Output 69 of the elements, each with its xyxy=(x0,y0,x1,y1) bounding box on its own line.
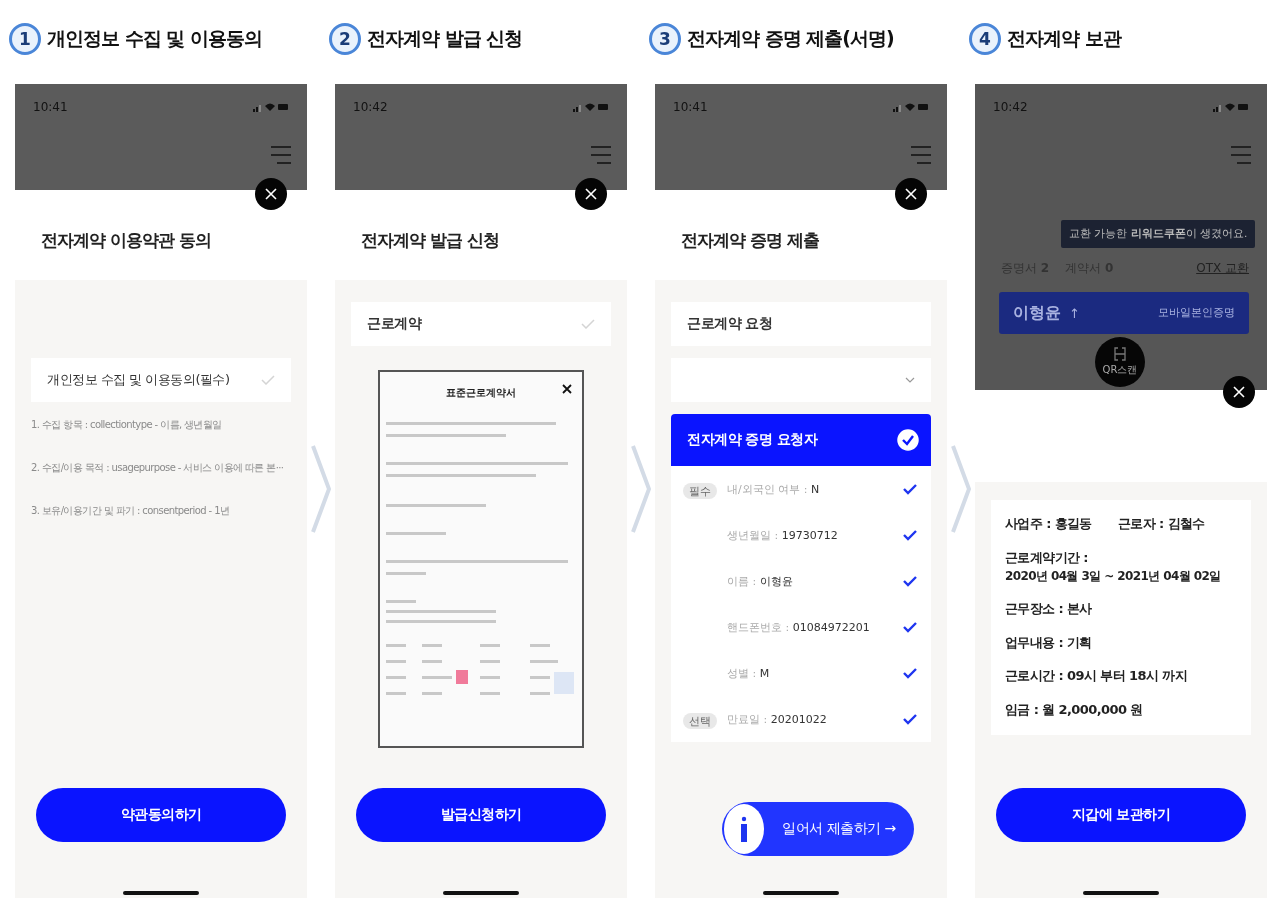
primary-button[interactable]: 지갑에 보관하기 xyxy=(996,788,1246,842)
close-icon xyxy=(585,188,597,200)
step-title: 전자계약 증명 제출(서명) xyxy=(687,26,894,51)
chevron-down-icon xyxy=(905,377,915,383)
step-title: 전자계약 발급 신청 xyxy=(367,26,523,51)
field-badge: 필수 xyxy=(683,482,717,499)
contract-type-field[interactable]: 근로계약 xyxy=(351,302,611,346)
contract-text: 사업주 : 홍길동 xyxy=(1005,515,1092,533)
contract-text: 임금 : 월 2,000,000 원 xyxy=(1005,700,1144,719)
chevron-icon xyxy=(951,444,971,534)
close-button[interactable] xyxy=(895,178,927,210)
close-button[interactable] xyxy=(1223,376,1255,408)
step-number: 3 xyxy=(649,23,681,55)
chevron-icon xyxy=(311,444,331,534)
request-field[interactable]: 근로계약 요청 xyxy=(671,302,931,346)
status-time: 10:42 xyxy=(353,100,388,114)
field-text: 이름 : 이형윤 xyxy=(727,573,794,589)
contract-text: 근로시간 : 09시 부터 18시 까지 xyxy=(1005,667,1188,685)
terms-item: 3. 보유/이용기간 및 파기 : consentperiod - 1년 xyxy=(31,504,231,517)
step-title: 개인정보 수집 및 이용동의 xyxy=(47,26,262,51)
chevron-icon xyxy=(631,444,651,534)
card-arrow: ↑ xyxy=(1069,305,1080,321)
submit-button[interactable]: 일어서 제출하기 → xyxy=(722,802,914,856)
dropdown-field[interactable] xyxy=(671,358,931,402)
id-card[interactable]: 이형윤 ↑ 모바일본인증명 xyxy=(999,292,1249,334)
status-time: 10:42 xyxy=(993,100,1028,114)
step-number: 1 xyxy=(9,23,41,55)
info-icon xyxy=(739,816,749,842)
field-text: 핸드폰번호 : 01084972201 xyxy=(727,619,871,635)
close-button[interactable] xyxy=(575,178,607,210)
close-icon xyxy=(1233,386,1245,398)
contract-text: 2020년 04월 3일 ~ 2021년 04월 02일 xyxy=(1005,568,1222,585)
close-icon[interactable] xyxy=(562,384,572,394)
field-text: 내/외국인 여부 : N xyxy=(727,481,821,497)
terms-item: 2. 수집/이용 목적 : usagepurpose - 서비스 이용에 따른 본··· xyxy=(31,461,285,474)
requester-title: 전자계약 증명 요청자 xyxy=(687,431,818,449)
terms-item: 1. 수집 항목 : collectiontype - 이름, 생년월일 xyxy=(31,418,223,431)
step-number: 2 xyxy=(329,23,361,55)
screen-heading: 전자계약 증명 제출 xyxy=(681,228,819,252)
contract-text: 근로계약기간 : xyxy=(1005,548,1089,567)
field-badge: 선택 xyxy=(683,712,717,729)
status-time: 10:41 xyxy=(33,100,68,114)
status-icons xyxy=(893,102,929,112)
close-button[interactable] xyxy=(255,178,287,210)
step-number: 4 xyxy=(969,23,1001,55)
contract-text: 업무내용 : 기획 xyxy=(1005,633,1093,652)
primary-button[interactable]: 발급신청하기 xyxy=(356,788,606,842)
scan-icon xyxy=(1114,347,1126,361)
document-title: 표준근로계약서 xyxy=(446,386,516,400)
status-time: 10:41 xyxy=(673,100,708,114)
tooltip: 교환 가능한 리워드쿠폰이 생겼어요. xyxy=(1061,220,1256,248)
screen-heading: 전자계약 발급 신청 xyxy=(361,228,499,252)
screen-heading: 전자계약 이용약관 동의 xyxy=(41,228,211,252)
contract-text: 근무장소 : 본사 xyxy=(1005,600,1093,618)
agreement-row[interactable]: 개인정보 수집 및 이용동의(필수) xyxy=(31,358,291,402)
primary-button[interactable]: 약관동의하기 xyxy=(36,788,286,842)
status-icons xyxy=(1213,102,1249,112)
status-icons xyxy=(573,102,609,112)
card-name: 이형윤 xyxy=(1013,302,1061,324)
field-text: 만료일 : 20201022 xyxy=(727,711,828,727)
close-icon xyxy=(265,188,277,200)
step-title: 전자계약 보관 xyxy=(1007,26,1121,51)
card-label: 모바일본인증명 xyxy=(1158,306,1235,320)
status-icons xyxy=(253,102,289,112)
field-text: 생년월일 : 19730712 xyxy=(727,527,839,543)
qr-scan-button[interactable]: QR스캔 xyxy=(1095,337,1145,387)
field-text: 성별 : M xyxy=(727,665,771,681)
contract-text: 근로자 : 김철수 xyxy=(1117,515,1205,533)
close-icon xyxy=(905,188,917,200)
